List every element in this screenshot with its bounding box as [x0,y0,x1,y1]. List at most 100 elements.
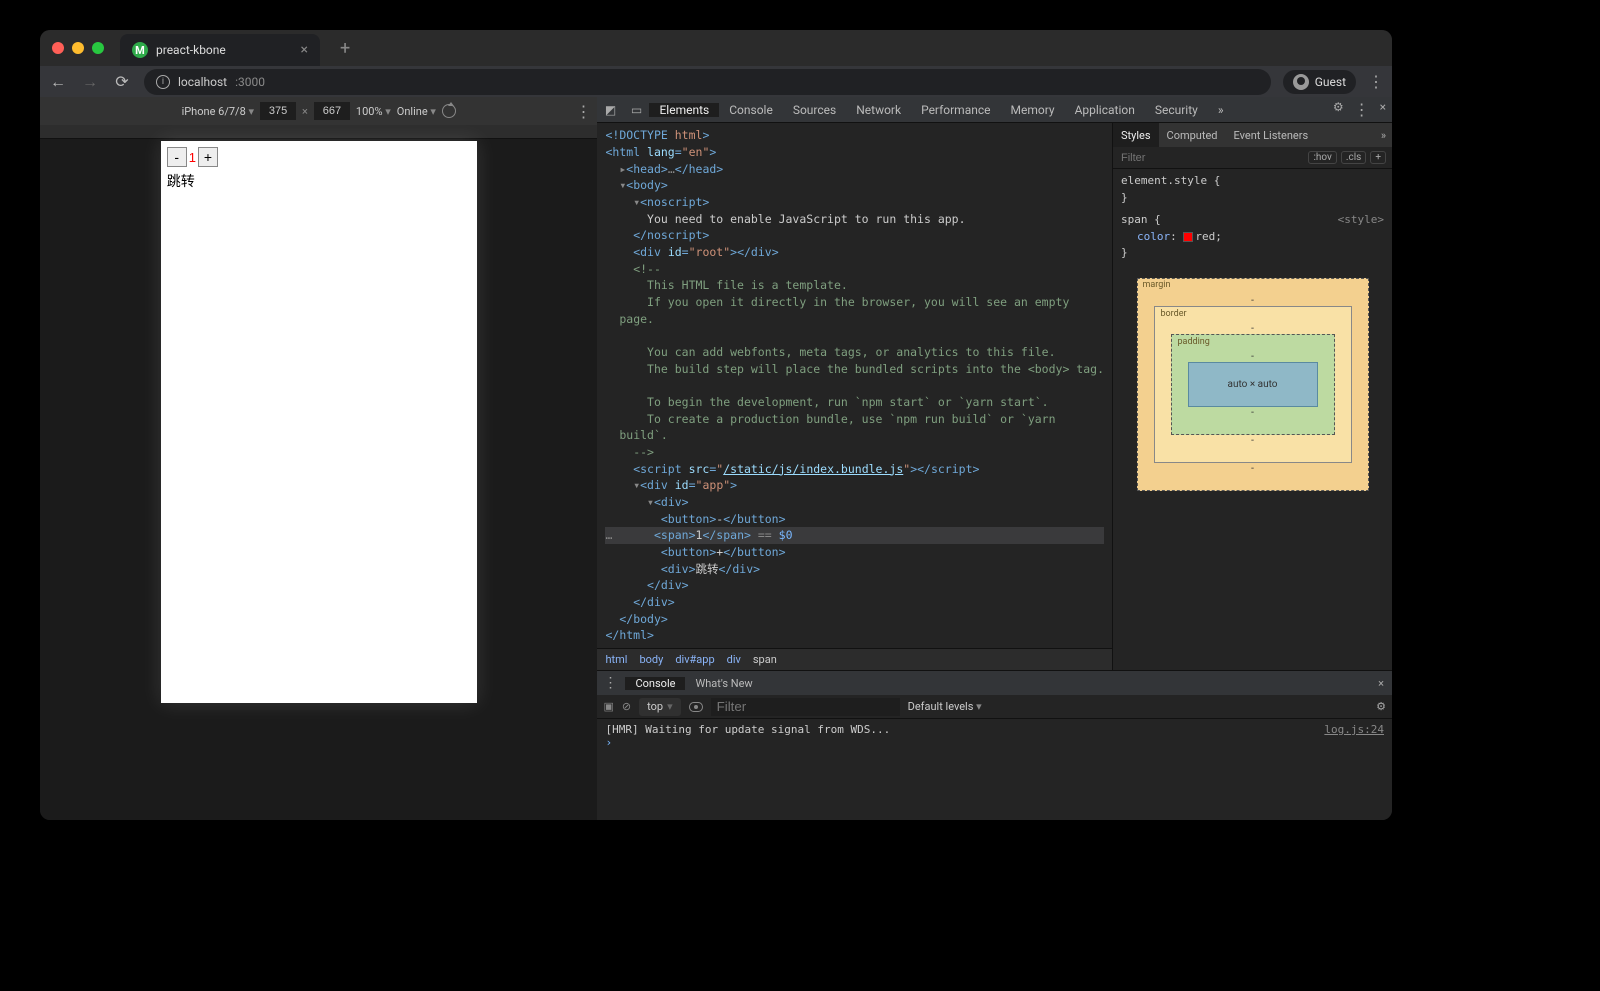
dom-line[interactable]: This HTML file is a template. [605,277,1104,294]
site-info-icon[interactable]: i [156,75,170,89]
box-margin[interactable]: margin - border - padding - auto × auto [1137,278,1369,491]
console-sidebar-toggle-icon[interactable]: ▣ [603,700,613,713]
devtools-tab-security[interactable]: Security [1145,103,1208,117]
dom-line[interactable]: </div> [605,577,1104,594]
console-settings-icon[interactable]: ⚙ [1376,700,1386,713]
minimize-window-button[interactable] [72,42,84,54]
box-padding[interactable]: padding - auto × auto - [1171,334,1335,435]
dom-line[interactable]: build`. [605,427,1104,444]
dom-line[interactable]: <div>跳转</div> [605,561,1104,578]
dom-line[interactable]: ▸<head>…</head> [605,161,1104,178]
dom-line[interactable]: <button>-</button> [605,511,1104,528]
drawer-close-icon[interactable]: × [1378,677,1384,690]
console-prompt[interactable]: › [605,736,1384,749]
profile-button[interactable]: Guest [1283,70,1356,94]
url-input[interactable]: i localhost:3000 [144,69,1271,95]
new-tab-button[interactable]: + [340,38,350,59]
cls-toggle[interactable]: .cls [1341,151,1366,164]
forward-button[interactable]: → [80,72,100,92]
console-filter-input[interactable] [711,698,900,716]
dom-line[interactable]: ▾<div> [605,494,1104,511]
prop-val-color[interactable]: red; [1183,230,1222,243]
dom-line[interactable]: <div id="root"></div> [605,244,1104,261]
rule-source[interactable]: <style> [1338,212,1384,229]
style-rules[interactable]: element.style { } span { <style> color: … [1113,169,1392,266]
dom-line[interactable]: <script src="/static/js/index.bundle.js"… [605,461,1104,478]
devtools-tab-sources[interactable]: Sources [783,103,846,117]
live-expression-icon[interactable] [689,702,703,712]
breadcrumb-item[interactable]: span [753,653,777,666]
devtools-menu-button[interactable]: ⋮ [1354,100,1370,119]
devtools-tab-more[interactable]: » [1208,97,1234,122]
styles-tab-computed[interactable]: Computed [1159,123,1226,147]
dom-line[interactable]: </html> [605,627,1104,644]
dom-line[interactable]: --> [605,444,1104,461]
log-levels-select[interactable]: Default levels [908,700,982,713]
dom-line[interactable]: To begin the development, run `npm start… [605,394,1104,411]
console-log-source[interactable]: log.js:24 [1324,723,1384,736]
browser-tab[interactable]: M preact-kbone × [120,34,320,66]
prop-name-color[interactable]: color [1137,230,1170,243]
dom-line[interactable] [605,377,1104,394]
breadcrumb-item[interactable]: body [639,653,663,666]
device-height-input[interactable] [314,102,350,120]
drawer-menu-button[interactable]: ⋮ [603,675,617,691]
devtools-tab-elements[interactable]: Elements [649,103,719,117]
increment-button[interactable]: + [198,147,218,167]
hov-toggle[interactable]: :hov [1308,151,1336,164]
zoom-select[interactable]: 100% [356,105,391,118]
dom-line[interactable]: To create a production bundle, use `npm … [605,411,1104,428]
devtools-tab-network[interactable]: Network [846,103,911,117]
dom-line[interactable]: … <span>1</span> == $0 [605,527,1104,544]
browser-menu-button[interactable]: ⋮ [1368,72,1384,91]
dom-line[interactable]: The build step will place the bundled sc… [605,361,1104,378]
devtools-tab-performance[interactable]: Performance [911,103,1000,117]
dom-line[interactable]: ▾<body> [605,177,1104,194]
devtools-tab-memory[interactable]: Memory [1001,103,1065,117]
box-border[interactable]: border - padding - auto × auto - - [1154,306,1352,463]
rotate-icon[interactable] [442,104,456,118]
drawer-tab-console[interactable]: Console [625,677,685,690]
reload-button[interactable]: ⟳ [112,72,132,91]
styles-tab-styles[interactable]: Styles [1113,123,1159,147]
dom-line[interactable]: <button>+</button> [605,544,1104,561]
dom-line[interactable]: If you open it directly in the browser, … [605,294,1104,311]
device-select[interactable]: iPhone 6/7/8 [182,105,254,118]
color-swatch-icon[interactable] [1183,232,1193,242]
back-button[interactable]: ← [48,72,68,92]
device-toolbar-menu[interactable]: ⋮ [575,102,591,121]
dom-line[interactable]: <!-- [605,261,1104,278]
devtools-close-icon[interactable]: × [1380,100,1386,119]
styles-tabs-more[interactable]: » [1381,129,1386,142]
jump-link[interactable]: 跳转 [167,171,471,191]
decrement-button[interactable]: - [167,147,187,167]
maximize-window-button[interactable] [92,42,104,54]
dom-line[interactable] [605,327,1104,344]
dom-line[interactable]: <!DOCTYPE html> [605,127,1104,144]
dom-line[interactable]: <html lang="en"> [605,144,1104,161]
box-content[interactable]: auto × auto [1188,362,1318,407]
dom-line[interactable]: ▾<noscript> [605,194,1104,211]
add-rule-button[interactable]: + [1370,151,1386,164]
styles-tab-event-listeners[interactable]: Event Listeners [1226,123,1317,147]
device-width-input[interactable] [260,102,296,120]
breadcrumb-item[interactable]: html [605,653,627,666]
clear-console-icon[interactable]: ⊘ [622,700,631,713]
dom-tree[interactable]: <!DOCTYPE html><html lang="en"> ▸<head>…… [597,123,1112,648]
tab-close-icon[interactable]: × [301,42,308,58]
devtools-tab-application[interactable]: Application [1065,103,1145,117]
context-select[interactable]: top ▾ [639,698,680,716]
dom-line[interactable]: </noscript> [605,227,1104,244]
device-mode-icon[interactable]: ▭ [623,103,649,117]
drawer-tab-what-s-new[interactable]: What's New [685,677,762,690]
dom-line[interactable]: </body> [605,611,1104,628]
dom-line[interactable]: page. [605,311,1104,328]
close-window-button[interactable] [52,42,64,54]
breadcrumb-item[interactable]: div#app [675,653,714,666]
dom-line[interactable]: You can add webfonts, meta tags, or anal… [605,344,1104,361]
styles-filter-input[interactable] [1113,152,1302,164]
dom-line[interactable]: </div> [605,594,1104,611]
throttle-select[interactable]: Online [397,105,436,118]
dom-line[interactable]: ▾<div id="app"> [605,477,1104,494]
breadcrumb-item[interactable]: div [727,653,741,666]
